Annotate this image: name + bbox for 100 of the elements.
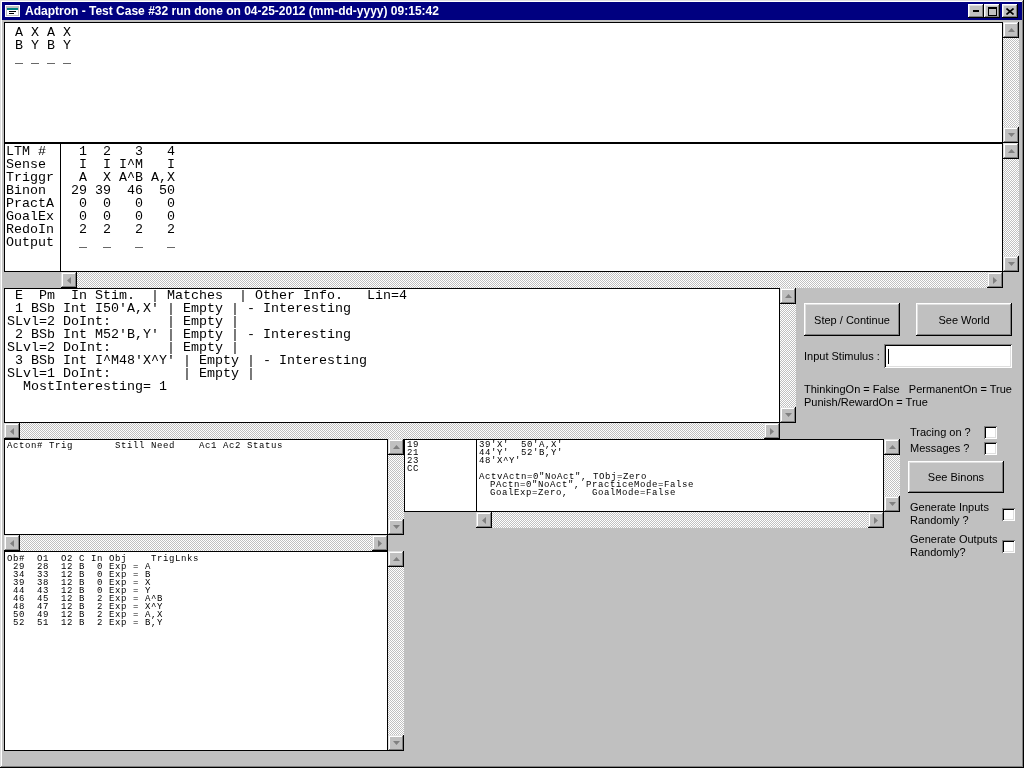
vertical-scrollbar[interactable] [388,551,404,751]
see-binons-button[interactable]: See Binons [908,461,1004,493]
scroll-down-button[interactable] [1003,256,1019,272]
text-line: E Pm In Stim. | Matches | Other Info. Lin=4 [14,289,407,302]
table-cell: 0 [167,197,175,210]
checkbox-label: Generate Inputs Randomly ? [910,501,990,527]
table-cell: 46 [127,184,143,197]
text-line: 44'Y' 52'B,Y' [479,449,563,457]
down-triangle-icon [392,741,400,745]
scroll-right-button[interactable] [764,423,780,439]
horizontal-scrollbar[interactable] [4,423,780,439]
up-triangle-icon [784,294,792,298]
maximize-button[interactable] [984,4,1000,18]
left-triangle-icon [67,276,71,284]
text-line: 44 43 12 B 0 Exp = Y [12,587,152,595]
table-cell: 39 [95,184,111,197]
scroll-down-button[interactable] [1003,127,1019,143]
up-triangle-icon [392,445,400,449]
table-cell: 2 [79,223,87,236]
scroll-up-button[interactable] [388,551,404,567]
vertical-scrollbar[interactable] [884,439,900,512]
vertical-scrollbar[interactable] [1003,22,1019,143]
left-triangle-icon [10,539,14,547]
scroll-down-button[interactable] [884,496,900,512]
table-cell: 2 [167,223,175,236]
scroll-up-button[interactable] [1003,143,1019,159]
status-text: Punish/RewardOn = True [804,396,928,409]
down-triangle-icon [392,525,400,529]
text-line: 39'X' 50'A,X' [479,441,563,449]
up-triangle-icon [1007,28,1015,32]
close-button[interactable] [1002,4,1018,18]
row-label: Output [6,236,54,249]
checkbox[interactable] [1002,539,1015,553]
table-cell: _ [135,236,143,249]
table-cell: A [79,171,87,184]
text-line: 52 51 12 B 2 Exp = B,Y [12,619,164,627]
table-cell: 50 [159,184,175,197]
scroll-up-button[interactable] [388,439,404,455]
table-cell: 0 [167,210,175,223]
checkbox-label: Messages ? [910,442,971,454]
see-world-button[interactable]: See World [916,303,1012,336]
text-line: Acton# Trig Still Need Ac1 Ac2 Status [7,442,284,450]
scroll-down-button[interactable] [388,519,404,535]
scroll-left-button[interactable] [61,272,77,288]
row-label: Sense [6,158,46,171]
step-continue-button[interactable]: Step / Continue [804,303,900,336]
close-icon [1006,7,1014,15]
checkbox-label: Generate Outputs Randomly? [910,533,999,559]
vertical-scrollbar[interactable] [780,288,796,423]
text-line: 48 47 12 B 2 Exp = X^Y [12,603,164,611]
table-cell: 0 [135,210,143,223]
scroll-left-button[interactable] [476,512,492,528]
text-line: A X A X [15,26,71,39]
left-triangle-icon [482,516,486,524]
table-cell: X [103,171,111,184]
text-line: SLvl=2 DoInt: | Empty | [7,341,239,354]
text-line: 21 [407,449,419,457]
text-line: ActvActn=0"NoAct", TObj=Zero [479,473,648,481]
table-cell: A^B [119,171,143,184]
minimize-icon [973,10,979,12]
horizontal-scrollbar[interactable] [476,512,884,528]
input-field[interactable] [884,344,1012,368]
scroll-right-button[interactable] [868,512,884,528]
text-line: B Y B Y [15,39,71,52]
row-label: Triggr [6,171,54,184]
horizontal-scrollbar[interactable] [4,535,388,551]
minimize-button[interactable] [968,4,984,18]
checkbox[interactable] [984,441,997,455]
scroll-down-button[interactable] [388,735,404,751]
table-cell: 4 [167,145,175,158]
scroll-down-button[interactable] [780,407,796,423]
field-label: Input Stimulus : [804,350,881,362]
text-line: 1 BSb Int I50'A,X' | Empty | - Interesting [14,302,351,315]
window-icon [5,3,21,19]
text-line: SLvl=2 DoInt: | Empty | [7,315,239,328]
checkbox-label: Tracing on ? [910,426,972,438]
vertical-scrollbar[interactable] [388,439,404,535]
table-cell: 2 [103,145,111,158]
table-cell: 1 [79,145,87,158]
horizontal-scrollbar[interactable] [61,272,1003,288]
text-line: MostInteresting= 1 [22,380,167,393]
down-triangle-icon [1007,262,1015,266]
scroll-right-button[interactable] [372,535,388,551]
checkbox[interactable] [1002,507,1015,521]
scroll-up-button[interactable] [780,288,796,304]
scroll-up-button[interactable] [884,439,900,455]
right-triangle-icon [993,276,997,284]
table-cell: 29 [71,184,87,197]
scroll-right-button[interactable] [987,272,1003,288]
text-line: Ob# O1 O2 C In Obj TrigLnks [7,555,200,563]
checkbox[interactable] [984,425,997,439]
right-triangle-icon [770,427,774,435]
text-line: PActn=0"NoAct", PracticeMode=False [490,481,695,489]
vertical-scrollbar[interactable] [1003,143,1019,272]
up-triangle-icon [392,557,400,561]
row-label: LTM # [6,145,46,158]
scroll-left-button[interactable] [4,535,20,551]
text-line: 46 45 12 B 2 Exp = A^B [12,595,164,603]
scroll-left-button[interactable] [4,423,20,439]
scroll-up-button[interactable] [1003,22,1019,38]
